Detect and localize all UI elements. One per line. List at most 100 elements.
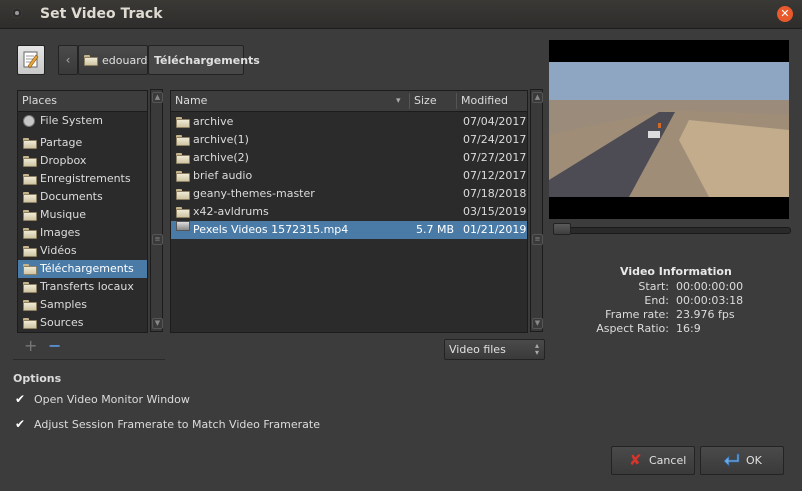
info-start-value: 00:00:00:00 bbox=[676, 280, 744, 293]
remove-bookmark-button[interactable]: − bbox=[48, 338, 61, 354]
scroll-up-icon[interactable]: ▲ bbox=[532, 92, 543, 103]
scroll-grip-icon[interactable]: ≡ bbox=[532, 234, 543, 245]
scroll-up-icon[interactable]: ▲ bbox=[152, 92, 163, 103]
folder-icon bbox=[23, 228, 37, 239]
sidebar-item-label: Samples bbox=[40, 298, 87, 311]
chevron-left-icon: ‹ bbox=[65, 53, 71, 67]
column-name[interactable]: Name bbox=[175, 91, 207, 111]
folder-icon bbox=[176, 135, 190, 146]
info-start-label: Start: bbox=[638, 280, 669, 293]
file-name: x42-avldrums bbox=[193, 205, 269, 218]
file-name: geany-themes-master bbox=[193, 187, 315, 200]
sidebar-item-label: Sources bbox=[40, 316, 84, 329]
cancel-x-icon: ✘ bbox=[629, 451, 642, 469]
info-framerate-label: Frame rate: bbox=[605, 308, 669, 321]
file-list: Name ▾ Size Modified archive 07/04/2017 a… bbox=[170, 90, 528, 333]
sidebar-item-label: Images bbox=[40, 226, 81, 239]
places-header: Places bbox=[18, 91, 147, 112]
folder-icon bbox=[23, 282, 37, 293]
scroll-down-icon[interactable]: ▼ bbox=[532, 318, 543, 329]
folder-icon bbox=[23, 318, 37, 329]
sidebar-item-partage[interactable]: Partage bbox=[18, 134, 147, 152]
folder-icon bbox=[23, 174, 37, 185]
scroll-down-icon[interactable]: ▼ bbox=[152, 318, 163, 329]
sort-chevron-icon: ▾ bbox=[396, 96, 401, 106]
file-name: brief audio bbox=[193, 169, 253, 182]
info-framerate-value: 23.976 fps bbox=[676, 308, 735, 321]
file-row-brief-audio[interactable]: brief audio 07/12/2017 bbox=[171, 167, 527, 185]
file-row-archive-1[interactable]: archive(1) 07/24/2017 bbox=[171, 131, 527, 149]
file-modified: 07/27/2017 bbox=[463, 151, 527, 164]
video-info-title: Video Information bbox=[620, 265, 732, 278]
sidebar-item-label: File System bbox=[40, 114, 103, 127]
folder-icon bbox=[23, 264, 37, 275]
enter-arrow-icon bbox=[723, 453, 740, 467]
options-title: Options bbox=[13, 372, 62, 385]
sidebar-item-musique[interactable]: Musique bbox=[18, 206, 147, 224]
folder-icon bbox=[23, 192, 37, 203]
sidebar-item-transferts-locaux[interactable]: Transferts locaux bbox=[18, 278, 147, 296]
file-row-archive[interactable]: archive 07/04/2017 bbox=[171, 113, 527, 131]
pencil-icon bbox=[23, 51, 39, 69]
places-scrollbar[interactable]: ▲ ≡ ▼ bbox=[150, 89, 163, 332]
breadcrumb-telechargements[interactable]: Téléchargements bbox=[148, 45, 260, 75]
file-type-filter-select[interactable]: Video files ▴ ▾ bbox=[444, 339, 545, 360]
file-modified: 01/21/2019 bbox=[463, 223, 527, 236]
video-preview bbox=[549, 40, 789, 219]
path-back-button[interactable]: ‹ bbox=[58, 45, 78, 75]
video-file-icon bbox=[176, 221, 190, 231]
spin-arrows-icon: ▴ ▾ bbox=[534, 341, 539, 357]
close-button[interactable]: ✕ bbox=[777, 6, 793, 22]
video-thumbnail-image bbox=[549, 62, 789, 219]
cancel-button[interactable]: ✘ Cancel bbox=[611, 446, 695, 475]
file-list-header: Name ▾ Size Modified bbox=[171, 91, 527, 112]
sidebar-item-label: Enregistrements bbox=[40, 172, 131, 185]
file-modified: 07/12/2017 bbox=[463, 169, 527, 182]
video-position-slider[interactable] bbox=[553, 227, 791, 234]
add-bookmark-button[interactable]: + bbox=[24, 338, 37, 354]
info-aspect-label: Aspect Ratio: bbox=[596, 322, 669, 335]
folder-icon bbox=[23, 300, 37, 311]
sidebar-item-sources[interactable]: Sources bbox=[18, 314, 147, 332]
sidebar-item-file-system[interactable]: File System bbox=[18, 112, 147, 130]
sidebar-item-enregistrements[interactable]: Enregistrements bbox=[18, 170, 147, 188]
sidebar-item-label: Documents bbox=[40, 190, 103, 203]
scroll-grip-icon[interactable]: ≡ bbox=[152, 234, 163, 245]
edit-location-button[interactable] bbox=[17, 45, 45, 75]
file-row-pexels-video[interactable]: Pexels Videos 1572315.mp4 5.7 MB 01/21/201… bbox=[171, 221, 527, 239]
drive-icon bbox=[23, 115, 35, 127]
sidebar-item-documents[interactable]: Documents bbox=[18, 188, 147, 206]
file-row-geany-themes-master[interactable]: geany-themes-master 07/18/2018 bbox=[171, 185, 527, 203]
sidebar-item-samples[interactable]: Samples bbox=[18, 296, 147, 314]
file-row-x42-avldrums[interactable]: x42-avldrums 03/15/2019 bbox=[171, 203, 527, 221]
file-name: archive bbox=[193, 115, 234, 128]
open-monitor-checkbox[interactable]: ✔ bbox=[15, 393, 28, 406]
file-name: Pexels Videos 1572315.mp4 bbox=[193, 223, 349, 236]
adjust-framerate-label[interactable]: Adjust Session Framerate to Match Video … bbox=[34, 418, 320, 431]
slider-handle[interactable] bbox=[553, 223, 571, 235]
places-sidebar: Places File System Partage Dropbox Enreg… bbox=[17, 90, 148, 333]
sidebar-item-dropbox[interactable]: Dropbox bbox=[18, 152, 147, 170]
sidebar-item-images[interactable]: Images bbox=[18, 224, 147, 242]
folder-icon bbox=[176, 153, 190, 164]
sidebar-item-videos[interactable]: Vidéos bbox=[18, 242, 147, 260]
adjust-framerate-checkbox[interactable]: ✔ bbox=[15, 418, 28, 431]
sidebar-item-label: Dropbox bbox=[40, 154, 87, 167]
window-title: Set Video Track bbox=[40, 6, 163, 22]
column-size[interactable]: Size bbox=[414, 91, 437, 111]
open-monitor-label[interactable]: Open Video Monitor Window bbox=[34, 393, 190, 406]
folder-icon bbox=[176, 189, 190, 200]
ok-button[interactable]: OK bbox=[700, 446, 784, 475]
file-row-archive-2[interactable]: archive(2) 07/27/2017 bbox=[171, 149, 527, 167]
file-modified: 07/24/2017 bbox=[463, 133, 527, 146]
breadcrumb-label: edouard bbox=[102, 54, 148, 67]
window-menu-icon[interactable] bbox=[12, 8, 22, 18]
column-modified[interactable]: Modified bbox=[461, 91, 508, 111]
sidebar-item-telechargements[interactable]: Téléchargements bbox=[18, 260, 147, 278]
folder-icon bbox=[23, 156, 37, 167]
filter-value: Video files bbox=[449, 343, 506, 356]
sidebar-item-label: Partage bbox=[40, 136, 83, 149]
folder-icon bbox=[176, 207, 190, 218]
file-list-scrollbar[interactable]: ▲ ≡ ▼ bbox=[530, 89, 543, 332]
breadcrumb-edouard[interactable]: edouard bbox=[78, 45, 148, 75]
